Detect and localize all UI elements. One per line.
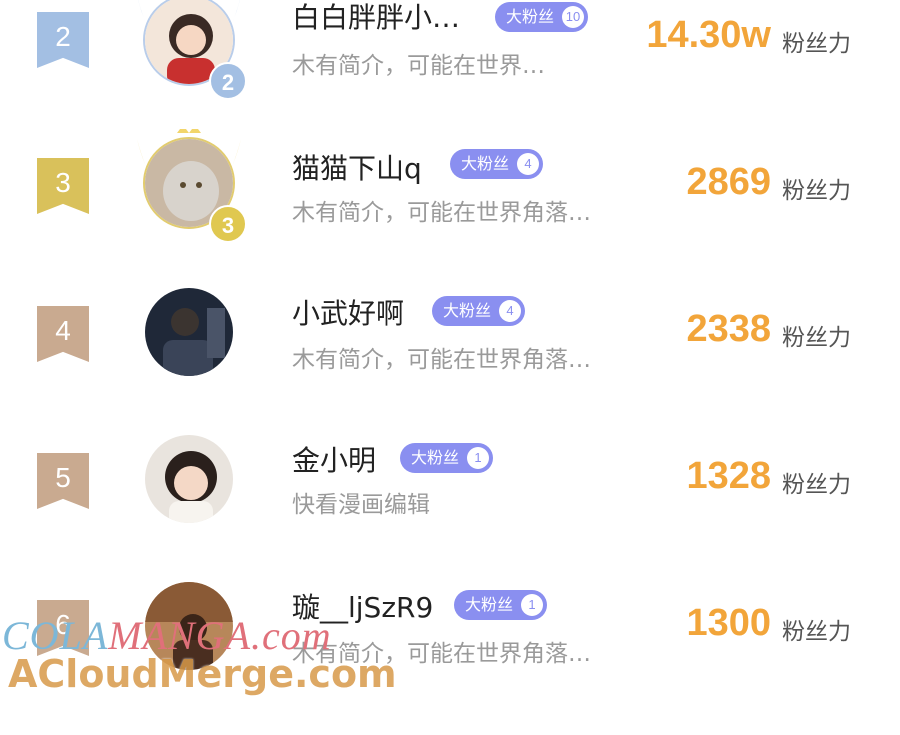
user-bio: 木有简介，可能在世界… [292, 53, 545, 79]
score-unit: 粉丝力 [782, 472, 851, 498]
fan-badge: 大粉丝 4 [450, 149, 544, 179]
ranking-row[interactable]: 3 3 猫猫下山q 大粉丝 4 木有简介，可能在世界角落… 2869 粉丝力 [0, 129, 900, 294]
rank-badge: 3 [37, 158, 89, 214]
avatar[interactable] [143, 433, 239, 529]
user-name[interactable]: 猫猫下山q [292, 147, 422, 187]
user-bio: 木有简介，可能在世界角落… [292, 347, 591, 373]
fan-badge-label: 大粉丝 [443, 301, 492, 320]
rank-sub-badge: 3 [209, 205, 247, 243]
fan-level: 4 [517, 153, 540, 175]
fan-badge: 大粉丝 1 [400, 443, 494, 473]
fan-badge: 大粉丝 10 [495, 2, 589, 32]
user-name[interactable]: 小武好啊 [292, 292, 404, 332]
fan-level: 10 [562, 6, 585, 28]
ranking-row[interactable]: 5 金小明 大粉丝 1 快看漫画编辑 1328 粉丝力 [0, 433, 900, 588]
fan-badge-label: 大粉丝 [506, 7, 555, 26]
rank-sub-badge: 2 [209, 62, 247, 100]
fan-badge: 大粉丝 4 [432, 296, 526, 326]
user-name[interactable]: 金小明 [292, 439, 376, 479]
avatar-image [143, 286, 235, 378]
fan-score: 1328 [686, 455, 771, 497]
score-unit: 粉丝力 [782, 31, 851, 57]
user-bio: 快看漫画编辑 [292, 492, 430, 518]
fan-score: 2338 [686, 308, 771, 350]
ranking-row[interactable]: 4 小武好啊 大粉丝 4 木有简介，可能在世界角落… 2338 粉丝力 [0, 286, 900, 441]
fan-badge: 大粉丝 1 [454, 590, 548, 620]
fan-score: 2869 [686, 161, 771, 203]
score-unit: 粉丝力 [782, 619, 851, 645]
fan-score: 1300 [686, 602, 771, 644]
fan-badge-label: 大粉丝 [411, 448, 460, 467]
fan-score: 14.30w [646, 14, 771, 56]
avatar[interactable]: 2 [138, 0, 247, 100]
avatar[interactable]: 3 [137, 129, 247, 243]
score-unit: 粉丝力 [782, 325, 851, 351]
fan-level: 1 [521, 594, 544, 616]
user-bio: 木有简介，可能在世界角落… [292, 200, 591, 226]
avatar-image [143, 433, 235, 525]
fan-level: 4 [499, 300, 522, 322]
user-name[interactable]: 白白胖胖小… [292, 0, 460, 36]
rank-badge: 2 [37, 12, 89, 68]
fan-level: 1 [467, 447, 490, 469]
watermark-acloudmerge: ACloudMerge.com [8, 652, 397, 696]
rank-badge: 4 [37, 306, 89, 362]
avatar[interactable] [143, 286, 239, 382]
score-unit: 粉丝力 [782, 178, 851, 204]
rank-badge: 5 [37, 453, 89, 509]
fan-badge-label: 大粉丝 [465, 595, 514, 614]
ranking-row[interactable]: 2 2 白白胖胖小… 大粉丝 10 木有简介，可能在世界… 14.30w 粉丝力 [0, 0, 900, 147]
fan-badge-label: 大粉丝 [461, 154, 510, 173]
